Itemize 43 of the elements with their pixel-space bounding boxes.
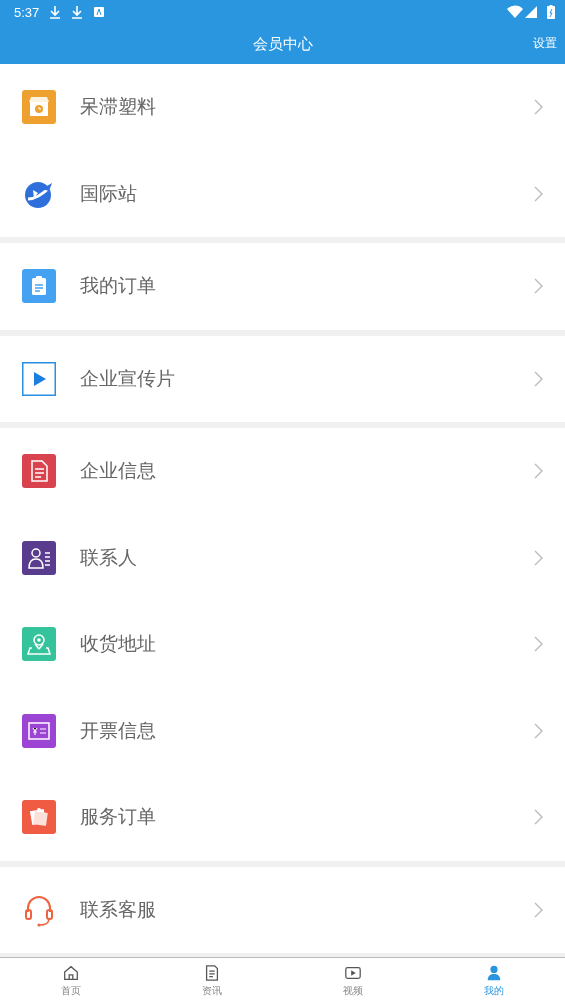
clipboard-icon (22, 269, 56, 304)
download-icon (49, 5, 62, 19)
chevron-right-icon (533, 99, 543, 116)
tab-item[interactable]: 我的 (423, 958, 565, 1004)
settings-link[interactable]: 设置 (533, 35, 557, 52)
menu-item[interactable]: 呆滞塑料 (0, 64, 565, 151)
notes-icon (22, 800, 56, 835)
chevron-right-icon (533, 463, 543, 480)
wifi-icon (507, 5, 523, 19)
menu-item[interactable]: 联系客服 (0, 866, 565, 953)
menu-item[interactable]: 企业宣传片 (0, 335, 565, 422)
tab-item[interactable]: 资讯 (141, 958, 283, 1004)
menu-item[interactable]: 服务订单 (0, 774, 565, 861)
chevron-right-icon (533, 185, 543, 202)
chevron-right-icon (533, 278, 543, 295)
status-time: 5:37 (14, 4, 40, 20)
tab-item[interactable]: 首页 (0, 958, 142, 1004)
play-icon (22, 361, 56, 396)
menu-item[interactable]: 国际站 (0, 150, 565, 237)
document-icon (22, 454, 56, 489)
menu-item[interactable]: 开票信息 (0, 687, 565, 774)
tab-item[interactable]: 视频 (282, 958, 424, 1004)
chevron-right-icon (533, 722, 543, 739)
menu-item[interactable]: 收货地址 (0, 601, 565, 688)
invoice-icon (22, 713, 56, 748)
battery-icon (547, 5, 555, 19)
play-icon (344, 964, 363, 982)
app-notification-icon (93, 5, 106, 19)
download-icon (71, 5, 84, 19)
location-pin-icon (22, 627, 56, 662)
chevron-right-icon (533, 901, 543, 918)
menu-item[interactable]: 我的订单 (0, 243, 565, 330)
menu-item[interactable]: 联系人 (0, 514, 565, 601)
menu-item[interactable]: 企业信息 (0, 428, 565, 515)
home-icon (61, 964, 80, 982)
chevron-right-icon (533, 636, 543, 653)
chevron-right-icon (533, 370, 543, 387)
shop-icon (22, 90, 56, 125)
chevron-right-icon (533, 809, 543, 826)
signal-icon (525, 6, 537, 18)
contact-icon (22, 540, 56, 575)
chevron-right-icon (533, 549, 543, 566)
header-title: 会员中心 (252, 34, 313, 54)
